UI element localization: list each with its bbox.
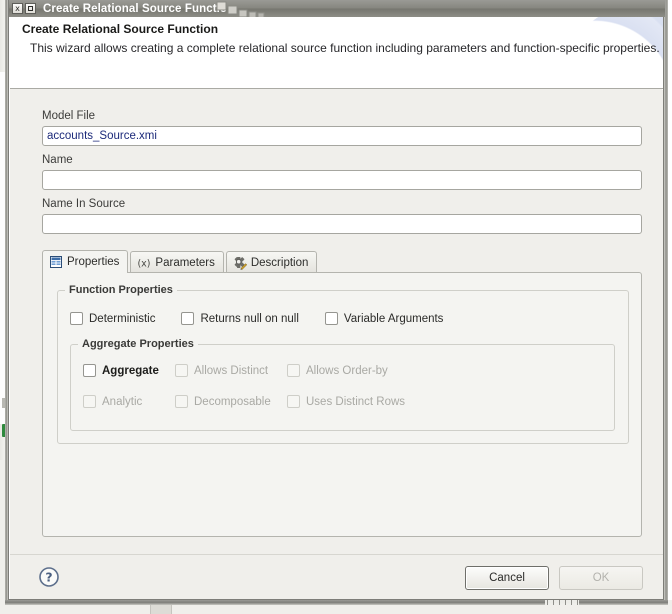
checkbox-analytic-label: Analytic (102, 396, 142, 408)
svg-text:?: ? (45, 570, 52, 585)
svg-text:(x): (x) (138, 258, 151, 269)
checkbox-uses-distinct-rows-box (287, 395, 300, 408)
name-in-source-input-field[interactable] (47, 215, 641, 233)
variable-icon: (x) (137, 256, 151, 270)
checkbox-decomposable: Decomposable (175, 395, 287, 408)
checkbox-returns-null-on-null[interactable]: Returns null on null (181, 312, 298, 325)
restore-icon[interactable] (25, 3, 36, 14)
help-circle-icon[interactable]: ? (38, 566, 60, 588)
tab-description-label: Description (251, 257, 309, 269)
checkbox-allows-order-by: Allows Order-by (287, 364, 388, 377)
table-icon (49, 255, 63, 269)
aggregate-properties-row-1: Aggregate Allows Distinct Allows Order-b… (83, 364, 388, 377)
checkbox-allows-distinct: Allows Distinct (175, 364, 287, 377)
checkbox-variable-arguments-box[interactable] (325, 312, 338, 325)
dialog-title: Create Relational Source Function (43, 3, 234, 15)
tab-description[interactable]: Description (226, 251, 318, 273)
tab-parameters[interactable]: (x) Parameters (130, 251, 223, 273)
checkbox-uses-distinct-rows-label: Uses Distinct Rows (306, 396, 405, 408)
dialog-body: Model File Name Name In Source (10, 90, 663, 554)
checkbox-deterministic[interactable]: Deterministic (70, 312, 155, 325)
checkbox-deterministic-box[interactable] (70, 312, 83, 325)
wizard-header-banner: Create Relational Source Function This w… (10, 17, 663, 89)
checkbox-returns-null-on-null-box[interactable] (181, 312, 194, 325)
name-in-source-label: Name In Source (42, 198, 125, 210)
cancel-button[interactable]: Cancel (465, 566, 549, 590)
checkbox-aggregate[interactable]: Aggregate (83, 364, 175, 377)
banner-description: This wizard allows creating a complete r… (30, 41, 660, 55)
function-properties-legend: Function Properties (65, 284, 177, 296)
checkbox-decomposable-box (175, 395, 188, 408)
name-input-field[interactable] (47, 171, 641, 189)
model-file-input[interactable] (42, 126, 642, 146)
aggregate-properties-legend: Aggregate Properties (78, 338, 198, 350)
model-file-label: Model File (42, 110, 95, 122)
aggregate-properties-group: Aggregate Properties Aggregate Allows Di… (70, 344, 615, 431)
checkbox-aggregate-box[interactable] (83, 364, 96, 377)
dialog-titlebar[interactable]: x Create Relational Source Function (9, 0, 665, 17)
tab-properties-label: Properties (67, 256, 119, 268)
ok-button: OK (559, 566, 643, 590)
checkbox-allows-distinct-label: Allows Distinct (194, 365, 268, 377)
function-properties-group: Function Properties Deterministic Return… (57, 290, 629, 444)
checkbox-analytic-box (83, 395, 96, 408)
model-file-input-field[interactable] (47, 127, 641, 145)
checkbox-decomposable-label: Decomposable (194, 396, 271, 408)
checkbox-allows-order-by-box (287, 364, 300, 377)
tab-properties[interactable]: Properties (42, 250, 128, 273)
function-properties-checkbox-row: Deterministic Returns null on null Varia… (70, 312, 443, 325)
dialog-footer: ? Cancel OK (10, 554, 663, 599)
banner-title: Create Relational Source Function (22, 22, 218, 36)
properties-tab-panel: Function Properties Deterministic Return… (42, 272, 642, 537)
checkbox-variable-arguments-label: Variable Arguments (344, 313, 444, 325)
close-icon[interactable]: x (12, 3, 23, 14)
checkbox-deterministic-label: Deterministic (89, 313, 155, 325)
create-relational-source-function-dialog: x Create Relational Source Function Crea… (8, 0, 664, 600)
window-frame-right (664, 0, 668, 604)
checkbox-variable-arguments[interactable]: Variable Arguments (325, 312, 444, 325)
aggregate-properties-row-2: Analytic Decomposable Uses Distinct Rows (83, 395, 405, 408)
gear-pencil-icon (233, 256, 247, 270)
tab-parameters-label: Parameters (155, 257, 214, 269)
checkbox-allows-distinct-box (175, 364, 188, 377)
checkbox-uses-distinct-rows: Uses Distinct Rows (287, 395, 405, 408)
tabstrip: Properties (x) Parameters (42, 251, 642, 273)
checkbox-allows-order-by-label: Allows Order-by (306, 365, 388, 377)
checkbox-returns-null-on-null-label: Returns null on null (200, 313, 298, 325)
name-input[interactable] (42, 170, 642, 190)
checkbox-aggregate-label: Aggregate (102, 365, 159, 377)
name-in-source-input[interactable] (42, 214, 642, 234)
name-label: Name (42, 154, 73, 166)
checkbox-analytic: Analytic (83, 395, 175, 408)
